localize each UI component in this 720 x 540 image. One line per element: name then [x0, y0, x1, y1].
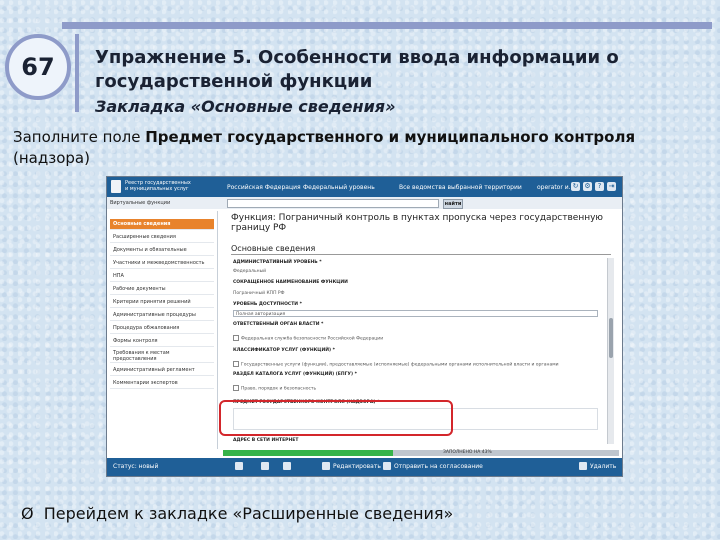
tabs-sidebar: Основные сведения Расширенные сведения Д… [107, 211, 218, 449]
registry-logo-icon [111, 180, 121, 193]
send-approval-button[interactable]: Отправить на согласование [394, 463, 483, 470]
instruction-suffix: (надзора) [13, 149, 90, 167]
save-icon[interactable] [261, 462, 269, 470]
delete-icon[interactable] [579, 462, 587, 470]
nav-level[interactable]: Федеральный уровень [303, 184, 375, 191]
delete-button[interactable]: Удалить [590, 463, 616, 470]
nav-region[interactable]: Российская Федерация [227, 184, 301, 191]
top-decorative-bar [62, 22, 712, 29]
help-icon[interactable]: ? [595, 182, 604, 191]
edit-icon[interactable] [322, 462, 330, 470]
classifier-value: Государственные услуги (функции), предос… [233, 361, 559, 368]
access-level-label: УРОВЕНЬ ДОСТУПНОСТИ * [233, 302, 302, 307]
tab-documents[interactable]: Документы и обязательные [110, 245, 214, 256]
tab-place-requirements[interactable]: Требования к местам предоставления [110, 349, 214, 363]
section-label: Виртуальные функции [110, 200, 171, 206]
short-name-value: Пограничный КПП РФ [233, 291, 285, 296]
send-icon[interactable] [383, 462, 391, 470]
bullet-item: Ø Перейдем к закладке «Расширенные сведе… [21, 504, 453, 523]
catalog-checkbox[interactable] [233, 385, 239, 391]
bullet-marker: Ø [21, 504, 34, 523]
scrollbar-thumb[interactable] [609, 318, 613, 358]
classifier-label: КЛАССИФИКАТОР УСЛУГ (ФУНКЦИЙ) * [233, 348, 335, 353]
progress-text: ЗАПОЛНЕНО НА 43% [443, 450, 492, 455]
catalog-text: Право, порядок и безопасность [241, 386, 317, 392]
slide-number: 67 [5, 34, 71, 100]
status-text: Статус: новый [113, 463, 159, 470]
instruction-field-name: Предмет государственного и муниципальног… [145, 128, 636, 146]
authority-value: Федеральная служба безопасности Российск… [233, 335, 383, 342]
catalog-label: РАЗДЕЛ КАТАЛОГА УСЛУГ (ФУНКЦИЙ) (ЕПГУ) * [233, 372, 357, 377]
slide-title: Упражнение 5. Особенности ввода информац… [95, 47, 619, 92]
search-row: Виртуальные функции найти [107, 197, 622, 209]
decorative-divider [75, 34, 79, 112]
progress-bar: ЗАПОЛНЕНО НА 43% [223, 450, 619, 456]
instruction-text: Заполните поле Предмет государственного … [13, 127, 708, 169]
tab-work-documents[interactable]: Рабочие документы [110, 284, 214, 295]
access-level-select[interactable]: Полная авторизация [233, 310, 598, 317]
authority-text: Федеральная служба безопасности Российск… [241, 336, 384, 342]
logout-icon[interactable]: ⇥ [607, 182, 616, 191]
section-header: Основные сведения [231, 244, 316, 253]
function-title: Функция: Пограничный контроль в пунктах … [231, 213, 603, 233]
refresh-icon[interactable]: ↻ [571, 182, 580, 191]
check-icon[interactable] [283, 462, 291, 470]
classifier-text: Государственные услуги (функции), предос… [241, 362, 559, 368]
nav-departments[interactable]: Все ведомства выбранной территории [399, 184, 522, 191]
tab-main-info[interactable]: Основные сведения [110, 219, 214, 230]
logo-text: Реестр государственных и муниципальных у… [125, 180, 191, 192]
search-button[interactable]: найти [443, 199, 463, 209]
tab-control-forms[interactable]: Формы контроля [110, 336, 214, 347]
tab-admin-procedures[interactable]: Административные процедуры [110, 310, 214, 321]
authority-label: ОТВЕТСТВЕННЫЙ ОРГАН ВЛАСТИ * [233, 322, 324, 327]
tab-appeal-procedure[interactable]: Процедура обжалования [110, 323, 214, 334]
classifier-checkbox[interactable] [233, 361, 239, 367]
app-screenshot: Реестр государственных и муниципальных у… [106, 176, 623, 477]
tab-expert-comments[interactable]: Комментарии экспертов [110, 378, 214, 389]
tab-npa[interactable]: НПА [110, 271, 214, 282]
highlight-box [219, 400, 453, 436]
short-name-label: СОКРАЩЕННОЕ НАИМЕНОВАНИЕ ФУНКЦИИ [233, 280, 348, 285]
form-scrollbar[interactable] [607, 258, 614, 444]
address-label: АДРЕС В СЕТИ ИНТЕРНЕТ [233, 438, 299, 443]
admin-level-label: АДМИНИСТРАТИВНЫЙ УРОВЕНЬ * [233, 260, 322, 265]
tab-participants[interactable]: Участники и межведомственность [110, 258, 214, 269]
bullet-text: Перейдем к закладке «Расширенные сведени… [43, 504, 454, 523]
section-divider [231, 254, 611, 255]
progress-fill [223, 450, 394, 456]
slide-subtitle: Закладка «Основные сведения» [95, 97, 396, 116]
tab-extended-info[interactable]: Расширенные сведения [110, 232, 214, 243]
tab-decision-criteria[interactable]: Критерии принятия решений [110, 297, 214, 308]
admin-level-value: Федеральный [233, 269, 267, 274]
edit-button[interactable]: Редактировать [333, 463, 381, 470]
status-bar: Статус: новый Редактировать Отправить на… [107, 458, 622, 476]
tab-admin-regulation[interactable]: Административный регламент [110, 365, 214, 376]
search-input[interactable] [227, 199, 439, 208]
authority-checkbox[interactable] [233, 335, 239, 341]
app-header: Реестр государственных и муниципальных у… [107, 177, 622, 197]
catalog-value: Право, порядок и безопасность [233, 385, 316, 392]
settings-icon[interactable]: ⚙ [583, 182, 592, 191]
print-icon[interactable] [235, 462, 243, 470]
instruction-prefix: Заполните поле [13, 128, 146, 146]
